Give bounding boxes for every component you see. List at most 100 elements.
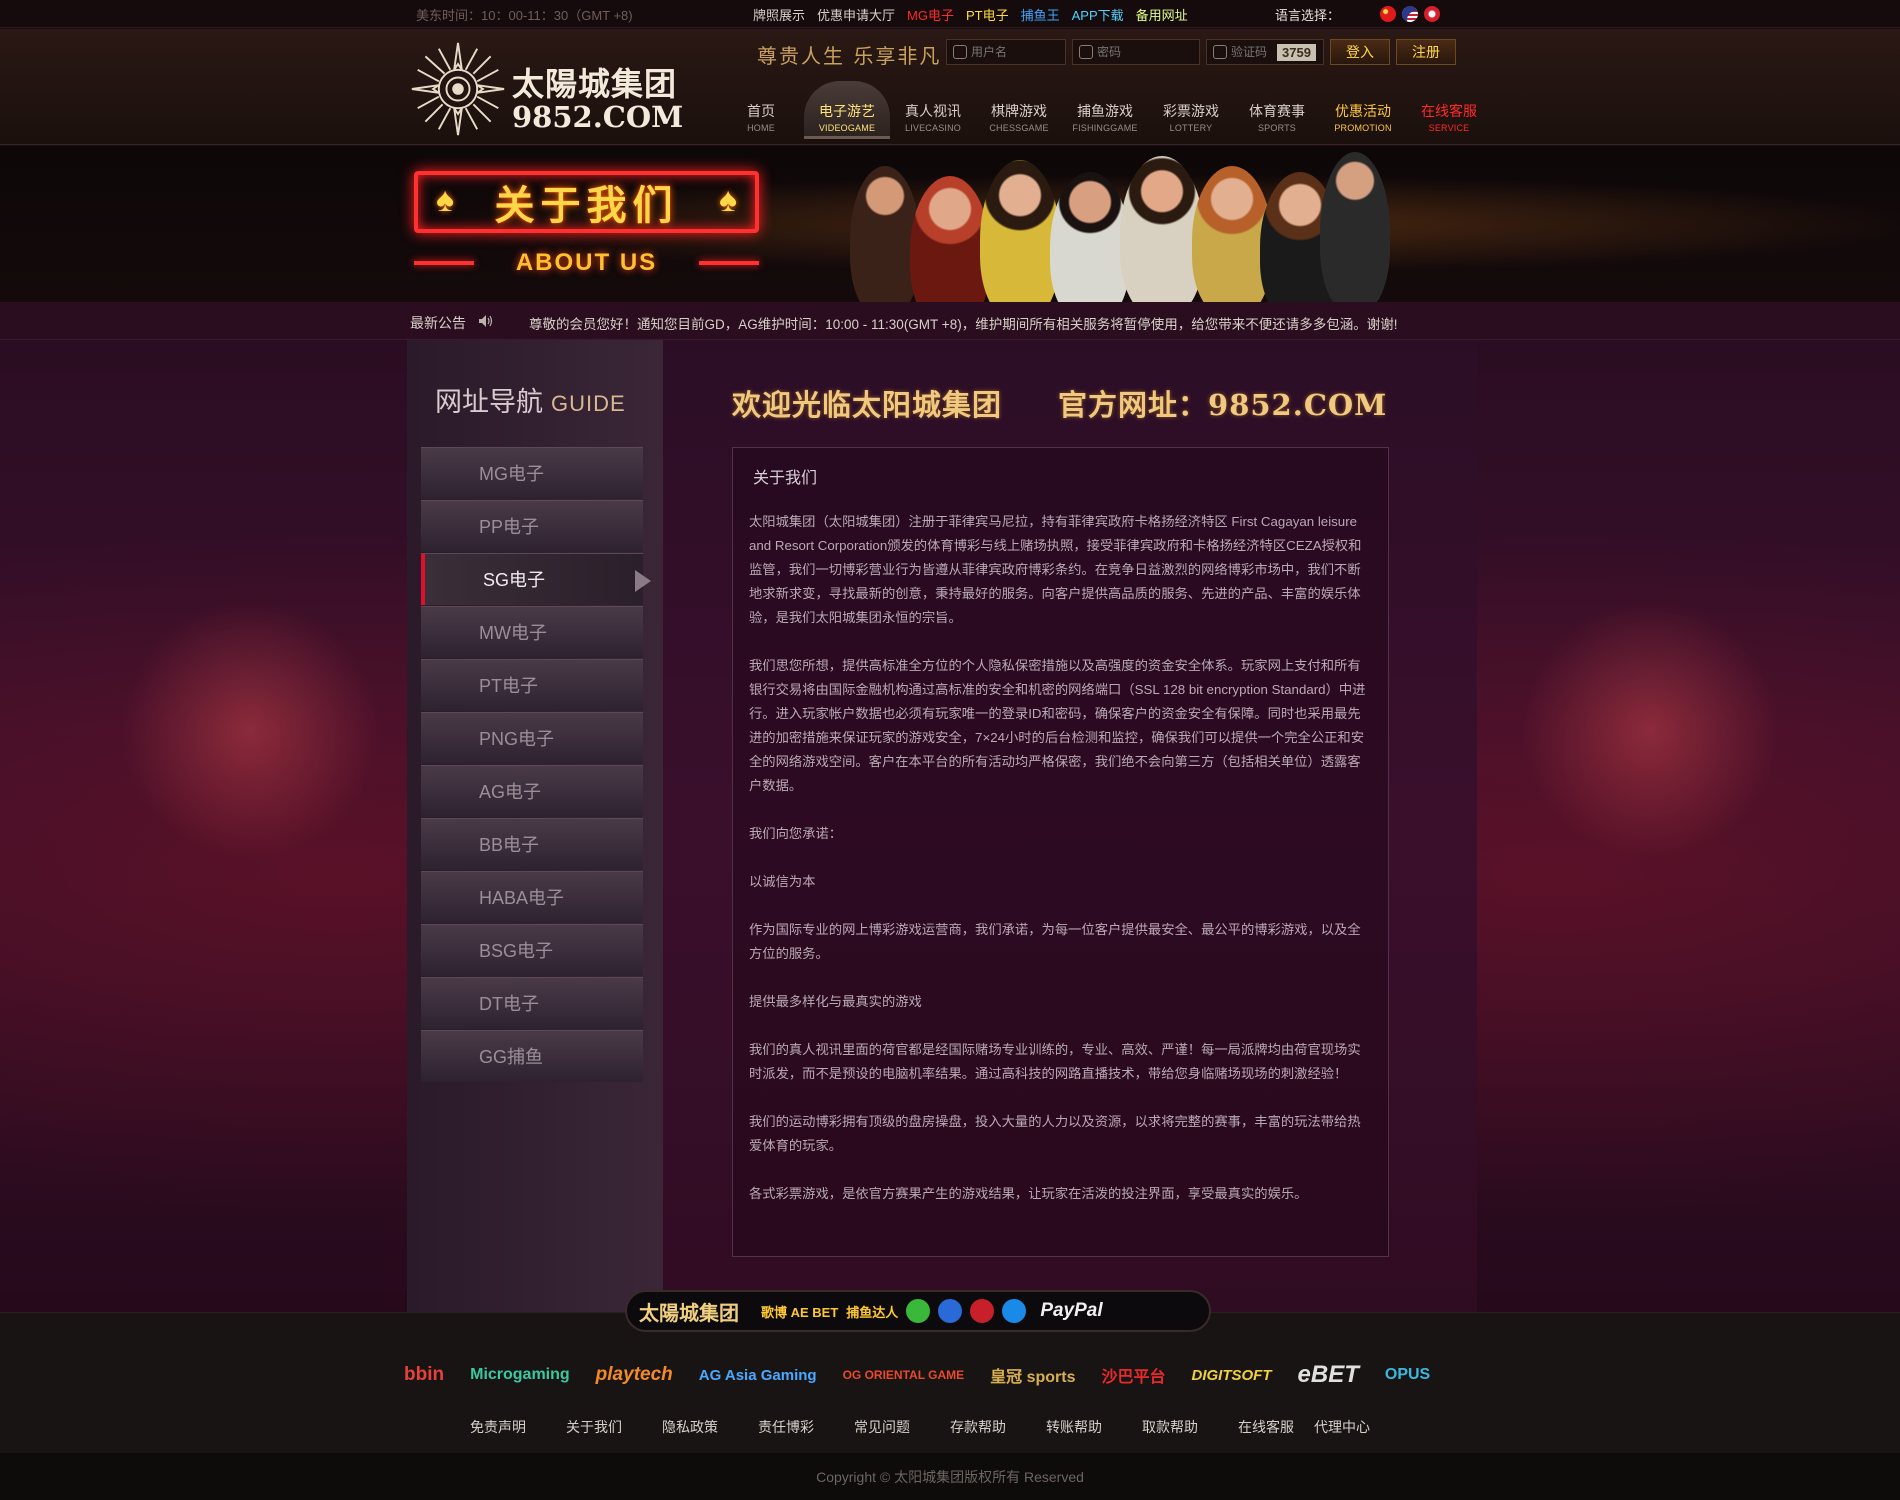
nav-promotion[interactable]: 优惠活动 PROMOTION: [1320, 81, 1406, 139]
qq-wallet-icon: [938, 1299, 963, 1323]
password-field[interactable]: [1072, 39, 1200, 65]
footer-link-transfer-help[interactable]: 转账帮助: [1046, 1417, 1102, 1437]
paragraph: 作为国际专业的网上博彩游戏运营商，我们承诺，为每一位客户提供最安全、最公平的博彩…: [749, 922, 1361, 961]
footer-link-faq[interactable]: 常见问题: [854, 1417, 910, 1437]
top-link-mg[interactable]: MG电子: [907, 5, 954, 24]
nav-sublabel: HOME: [747, 123, 775, 133]
wechat-pay-icon: [906, 1299, 931, 1323]
nav-sublabel: LOTTERY: [1169, 123, 1213, 133]
partner-logo-microgaming[interactable]: Microgaming: [470, 1366, 570, 1384]
password-input[interactable]: [1097, 45, 1177, 59]
aebet-logo: 歌博 AE BET: [761, 1304, 839, 1320]
top-link-app-download[interactable]: APP下载: [1072, 5, 1124, 24]
nav-lottery[interactable]: 彩票游戏 LOTTERY: [1148, 81, 1234, 139]
partner-logo-crown[interactable]: 皇冠 sports: [990, 1363, 1075, 1387]
us-flag-icon[interactable]: [1402, 6, 1418, 22]
welcome-heading: 欢迎光临太阳城集团 官方网址：9852.COM: [732, 382, 1387, 424]
footer-link-responsible[interactable]: 责任博彩: [758, 1417, 814, 1437]
hong-kong-flag-icon[interactable]: [1424, 6, 1440, 22]
alipay-icon: [1002, 1299, 1027, 1323]
official-url: 官方网址：9852.COM: [1058, 388, 1388, 422]
captcha-input[interactable]: [1231, 45, 1271, 59]
footer-link-about[interactable]: 关于我们: [566, 1417, 622, 1437]
nav-label: 在线客服: [1421, 103, 1477, 119]
captcha-field[interactable]: 3759: [1206, 39, 1324, 65]
banner-title: 关于我们: [494, 184, 679, 228]
register-button[interactable]: 注册: [1396, 39, 1456, 65]
footer-link-agent[interactable]: 代理中心: [1314, 1417, 1370, 1437]
footer-link-service[interactable]: 在线客服: [1238, 1417, 1294, 1437]
footer-link-privacy[interactable]: 隐私政策: [662, 1417, 718, 1437]
nav-videogame[interactable]: 电子游艺 VIDEOGAME: [804, 81, 890, 139]
nav-chessgame[interactable]: 棋牌游戏 CHESSGAME: [976, 81, 1062, 139]
footer-links: 免责声明 关于我们 隐私政策 责任博彩 常见问题 存款帮助 转账帮助 取款帮助 …: [470, 1417, 1370, 1437]
paragraph: 以诚信为本: [749, 874, 816, 889]
partner-logo-ag[interactable]: AG Asia Gaming: [699, 1367, 817, 1384]
language-flags: [1380, 6, 1440, 22]
sidebar-item-pp[interactable]: PP电子: [421, 500, 643, 552]
announcement-bar: 最新公告 尊敬的会员您好！通知您目前GD，AG维护时间：10:00 - 11:3…: [0, 302, 1900, 340]
unionpay-icon: [970, 1299, 995, 1323]
username-input[interactable]: [971, 45, 1051, 59]
sidebar-item-haba[interactable]: HABA电子: [421, 871, 643, 923]
about-content: 关于我们 太阳城集团（太阳城集团）注册于菲律宾马尼拉，持有菲律宾政府卡格扬经济特…: [732, 447, 1389, 1257]
banner-players-image: [840, 146, 1390, 302]
nav-sublabel: VIDEOGAME: [818, 123, 876, 133]
top-link-pt[interactable]: PT电子: [966, 5, 1009, 24]
banner-subtitle-row: ABOUT US: [414, 248, 759, 278]
nav-sports[interactable]: 体育赛事 SPORTS: [1234, 81, 1320, 139]
partner-logo-saba[interactable]: 沙巴平台: [1102, 1363, 1166, 1387]
site-logo[interactable]: 太陽城集团 9852.COM: [408, 37, 688, 137]
sidebar-item-dt[interactable]: DT电子: [421, 977, 643, 1029]
footer-link-deposit-help[interactable]: 存款帮助: [950, 1417, 1006, 1437]
top-link-backup-url[interactable]: 备用网址: [1136, 5, 1188, 24]
sidebar-item-gg[interactable]: GG捕鱼: [421, 1030, 643, 1082]
sidebar-title: 网址导航 GUIDE: [435, 380, 626, 419]
nav-label: 棋牌游戏: [991, 103, 1047, 119]
arrow-right-icon: [635, 570, 651, 592]
payment-strip-brand: 太陽城集团: [639, 1300, 739, 1325]
top-bar: 美东时间：10：00-11：30（GMT +8) 牌照展示 优惠申请大厅 MG电…: [0, 0, 1900, 28]
welcome-text: 欢迎光临太阳城集团: [732, 388, 1003, 422]
top-link-promo-hall[interactable]: 优惠申请大厅: [817, 5, 895, 24]
captcha-code[interactable]: 3759: [1277, 43, 1316, 61]
nav-livecasino[interactable]: 真人视讯 LIVECASINO: [890, 81, 976, 139]
china-flag-icon[interactable]: [1380, 6, 1396, 22]
partner-logo-opus[interactable]: OPUS: [1385, 1366, 1430, 1384]
sidebar-item-png[interactable]: PNG电子: [421, 712, 643, 764]
slogan: 尊贵人生 乐享非凡: [757, 44, 942, 68]
nav-sublabel: CHESSGAME: [989, 123, 1049, 133]
nav-home[interactable]: 首页 HOME: [718, 81, 804, 139]
partner-logos: bbin Microgaming playtech AG Asia Gaming…: [404, 1361, 1430, 1389]
nav-service[interactable]: 在线客服 SERVICE: [1406, 81, 1492, 139]
top-link-license[interactable]: 牌照展示: [753, 5, 805, 24]
sidebar-item-pt[interactable]: PT电子: [421, 659, 643, 711]
sidebar-item-sg[interactable]: SG电子: [421, 553, 651, 605]
nav-fishinggame[interactable]: 捕鱼游戏 FISHINGGAME: [1062, 81, 1148, 139]
username-field[interactable]: [946, 39, 1066, 65]
sidebar-item-ag[interactable]: AG电子: [421, 765, 643, 817]
sidebar-item-bb[interactable]: BB电子: [421, 818, 643, 870]
announcement-message: 尊敬的会员您好！通知您目前GD，AG维护时间：10:00 - 11:30(GMT…: [529, 317, 1398, 332]
announcement-label: 最新公告: [410, 315, 466, 331]
partner-logo-digitsoft[interactable]: DIGITSOFT: [1192, 1367, 1272, 1384]
footer-link-disclaimer[interactable]: 免责声明: [470, 1417, 526, 1437]
background-lamp: [120, 600, 380, 860]
nav-label: 真人视讯: [905, 103, 961, 119]
sidebar-item-mw[interactable]: MW电子: [421, 606, 643, 658]
login-button[interactable]: 登入: [1330, 39, 1390, 65]
language-label: 语言选择：: [1275, 8, 1341, 23]
partner-logo-bbin[interactable]: bbin: [404, 1364, 444, 1386]
nav-label: 捕鱼游戏: [1077, 103, 1133, 119]
top-link-fishing[interactable]: 捕鱼王: [1021, 5, 1060, 24]
partner-logo-playtech[interactable]: playtech: [596, 1364, 673, 1386]
sidebar-item-mg[interactable]: MG电子: [421, 447, 643, 499]
nav-label: 优惠活动: [1335, 103, 1391, 119]
lock-icon: [1079, 45, 1093, 59]
sidebar-item-bsg[interactable]: BSG电子: [421, 924, 643, 976]
partner-logo-og[interactable]: OG ORIENTAL GAME: [843, 1368, 965, 1382]
footer-link-withdraw-help[interactable]: 取款帮助: [1142, 1417, 1198, 1437]
nav-sublabel: FISHINGGAME: [1072, 123, 1138, 133]
partner-logo-ebet[interactable]: eBET: [1298, 1361, 1359, 1389]
login-form: 3759 登入 注册: [946, 39, 1456, 65]
